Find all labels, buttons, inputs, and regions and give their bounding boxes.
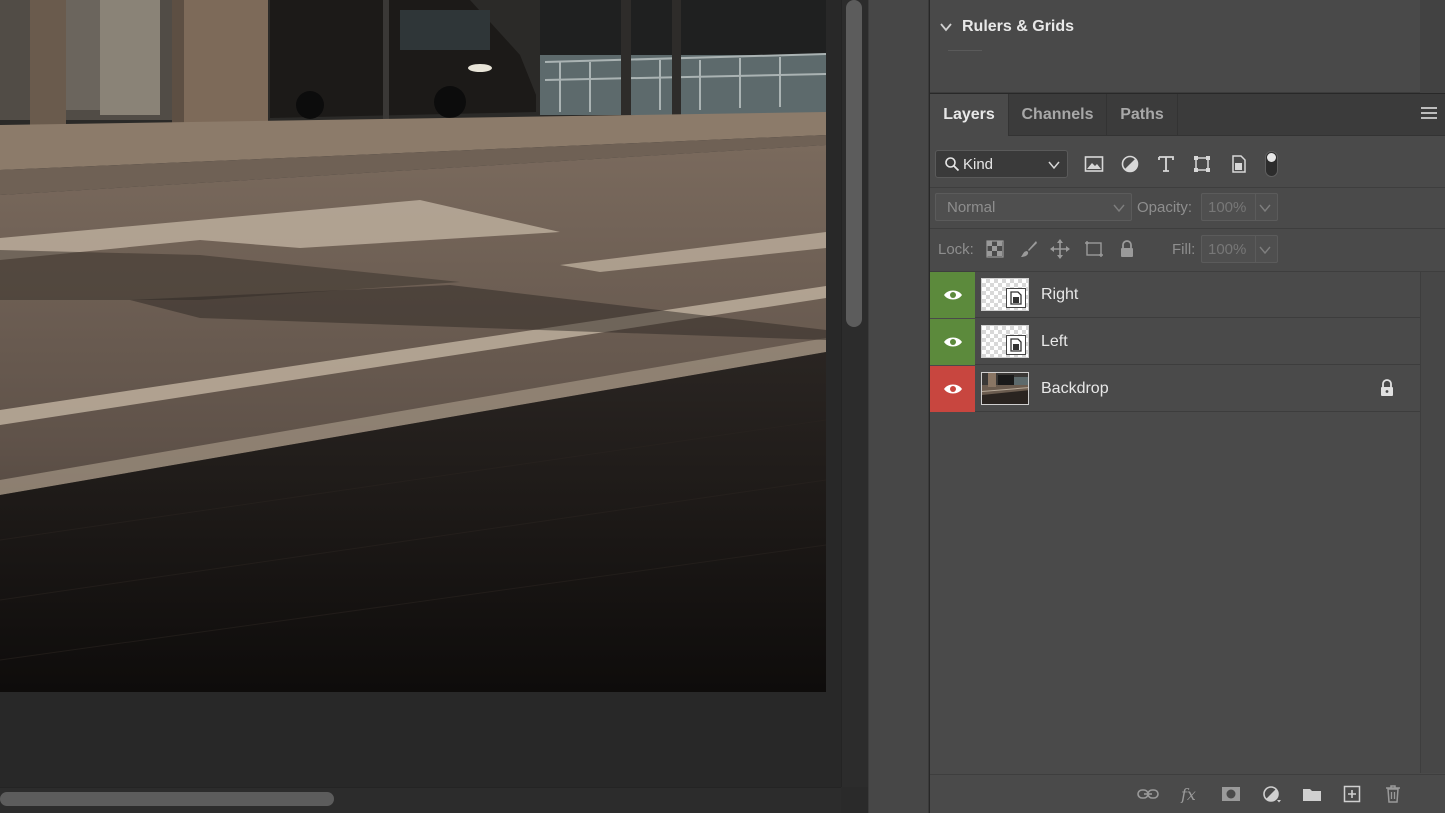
layer-list-scrollbar[interactable] [1420,272,1445,773]
panel-menu-icon[interactable] [1421,107,1437,121]
rulers-grids-panel: Rulers & Grids [930,0,1445,93]
fill-label: Fill: [1172,241,1196,258]
filter-kind-label: Kind [963,155,994,173]
tab-paths[interactable]: Paths [1107,94,1178,136]
divider [930,187,1445,188]
layer-thumbnail-backdrop [981,372,1029,405]
eye-icon [943,337,962,347]
horizontal-scrollbar-thumb[interactable] [0,792,334,806]
layer-list: Right Left Backdrop [930,272,1420,772]
shape-filter-icon[interactable] [1190,152,1214,176]
chevron-down-icon [1113,204,1125,213]
rulers-grids-header[interactable]: Rulers & Grids [930,7,1420,47]
filter-toggle-switch[interactable] [1265,151,1278,177]
visibility-toggle-left[interactable] [930,319,975,365]
chevron-down-icon[interactable] [940,21,952,33]
layers-panel: Layers Channels Paths Kind Normal Opacit… [930,94,1445,813]
chevron-down-icon[interactable] [1259,245,1271,255]
layer-name-right: Right [1041,286,1079,303]
lock-label: Lock: [938,241,974,258]
blend-row: Normal Opacity: 100% [930,191,1445,223]
new-adjustment-layer-icon[interactable] [1260,783,1284,805]
layer-effects-fx-icon[interactable]: fx [1178,783,1202,805]
type-filter-icon[interactable] [1154,152,1178,176]
smart-object-filter-icon[interactable] [1227,152,1251,176]
layer-row-left[interactable]: Left [930,319,1420,365]
panel-dock-strip [868,0,929,813]
blend-mode-value: Normal [947,198,996,216]
fill-value: 100% [1208,241,1247,258]
section-divider [948,50,982,51]
layer-name-left: Left [1041,333,1068,350]
photoshop-window: Rulers & Grids Layers Channels Paths Kin… [0,0,1445,813]
smart-object-icon [1006,335,1026,355]
tab-channels[interactable]: Channels [1009,94,1107,136]
tab-layers[interactable]: Layers [930,94,1009,136]
rulers-panel-scrollbar[interactable] [1420,0,1445,93]
document-canvas[interactable] [0,0,868,813]
street-photo-image [0,0,826,692]
opacity-label: Opacity: [1137,199,1193,216]
search-icon [945,157,960,172]
smart-object-icon [1006,288,1026,308]
lock-all-icon[interactable] [1115,237,1139,261]
layer-thumbnail-left [981,325,1029,358]
image-filter-icon[interactable] [1082,152,1106,176]
lock-artboard-icon[interactable] [1082,237,1106,261]
layer-name-backdrop: Backdrop [1041,380,1109,397]
layers-bottom-toolbar: fx [930,774,1445,813]
layer-row-backdrop[interactable]: Backdrop [930,366,1420,412]
divider [930,228,1445,229]
filter-kind-select[interactable]: Kind [935,150,1068,178]
rulers-grids-title: Rulers & Grids [962,18,1075,35]
add-mask-icon[interactable] [1219,783,1243,805]
visibility-toggle-backdrop[interactable] [930,366,975,412]
link-layers-icon[interactable] [1136,783,1160,805]
chevron-down-icon[interactable] [1259,203,1271,213]
street-photo[interactable] [0,0,826,692]
visibility-toggle-right[interactable] [930,272,975,318]
opacity-field[interactable]: 100% [1201,193,1278,221]
new-layer-icon[interactable] [1340,783,1364,805]
delete-layer-trash-icon[interactable] [1381,783,1405,805]
panel-tabs: Layers Channels Paths [930,94,1445,136]
layer-thumbnail-right [981,278,1029,311]
lock-transparent-pixels-icon[interactable] [983,237,1007,261]
layer-filter-row: Kind [930,146,1445,182]
eye-icon [943,290,962,300]
new-group-folder-icon[interactable] [1300,783,1324,805]
lock-row: Lock: Fill: 100% [930,233,1445,265]
chevron-down-icon [1048,161,1060,170]
svg-text:fx: fx [1180,785,1196,803]
vertical-scrollbar-thumb[interactable] [846,0,862,327]
scrollbar-corner [841,787,868,813]
adjustment-filter-icon[interactable] [1118,152,1142,176]
fill-field[interactable]: 100% [1201,235,1278,263]
layer-row-right[interactable]: Right [930,272,1420,318]
blend-mode-select[interactable]: Normal [935,193,1132,221]
lock-icon [1381,379,1393,396]
lock-position-icon[interactable] [1048,237,1072,261]
opacity-value: 100% [1208,199,1247,216]
eye-icon [943,384,962,394]
lock-image-pixels-icon[interactable] [1017,237,1041,261]
